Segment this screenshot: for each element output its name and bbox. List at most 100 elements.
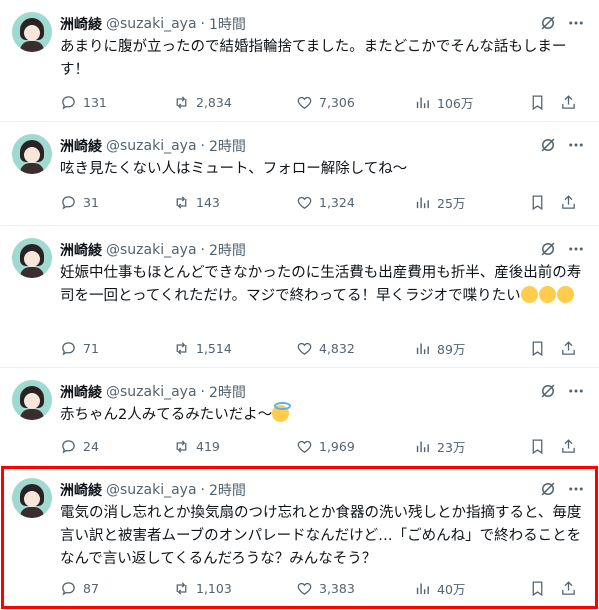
retweet-button[interactable]: 143: [173, 192, 220, 212]
tweet-header: 洲崎綾 @suzaki_aya · 2時間: [60, 480, 246, 500]
like-button[interactable]: 4,832: [296, 338, 355, 358]
share-button[interactable]: [560, 338, 577, 358]
share-button[interactable]: [560, 192, 577, 212]
more-icon[interactable]: [565, 134, 587, 156]
like-button[interactable]: 1,324: [296, 192, 355, 212]
bookmark-icon: [532, 580, 543, 596]
author-name[interactable]: 洲崎綾: [60, 240, 102, 260]
retweet-count: 1,514: [196, 340, 232, 356]
author-name[interactable]: 洲崎綾: [60, 14, 102, 34]
tweet[interactable]: 洲崎綾 @suzaki_aya · 2時間 電気の消し忘れとか換気扇のつけ忘れと…: [0, 466, 599, 610]
retweet-count: 143: [196, 194, 220, 210]
retweet-button[interactable]: 2,834: [173, 92, 232, 112]
tweet[interactable]: 洲崎綾 @suzaki_aya · 1時間 あまりに腹が立ったので結婚指輪捨てま…: [0, 0, 599, 122]
retweet-icon: [176, 439, 187, 453]
retweet-button[interactable]: 1,514: [173, 338, 232, 358]
timestamp[interactable]: 2時間: [209, 240, 246, 260]
author-name[interactable]: 洲崎綾: [60, 382, 102, 402]
tweet-text: 妊娠中仕事もほとんどできなかったのに生活費も出産費用も折半、産後出前の寿司を一回…: [60, 265, 582, 304]
rofl-emoji: [520, 286, 538, 303]
author-handle[interactable]: @suzaki_aya: [106, 384, 197, 400]
share-button[interactable]: [560, 92, 577, 112]
bookmark-button[interactable]: [529, 92, 546, 112]
like-button[interactable]: 1,969: [296, 436, 355, 456]
share-icon: [562, 580, 575, 595]
reply-button[interactable]: 24: [60, 436, 99, 456]
avatar[interactable]: [12, 12, 52, 52]
rofl-emoji: [556, 286, 574, 303]
avatar[interactable]: [12, 380, 52, 420]
retweet-count: 1,103: [196, 580, 232, 596]
bookmark-icon: [532, 194, 543, 210]
bookmark-button[interactable]: [529, 192, 546, 212]
tweet[interactable]: 洲崎綾 @suzaki_aya · 2時間 呟き見たくない人はミュート、フォロー…: [0, 122, 599, 226]
like-count: 3,383: [319, 580, 355, 596]
views-button[interactable]: 25万: [414, 192, 465, 212]
tweet-actions: 131 2,834 7,306 106万: [60, 92, 588, 112]
tweet-text: 電気の消し忘れとか換気扇のつけ忘れとか食器の洗い残しとか指摘すると、毎度言い訳と…: [60, 505, 582, 567]
tweet[interactable]: 洲崎綾 @suzaki_aya · 2時間 妊娠中仕事もほとんどできなかったのに…: [0, 226, 599, 368]
reply-button[interactable]: 31: [60, 192, 99, 212]
tweet-text: あまりに腹が立ったので結婚指輪捨てました。またどこかでそんな話もしまーす！: [60, 39, 567, 78]
retweet-count: 419: [196, 438, 220, 454]
author-handle[interactable]: @suzaki_aya: [106, 138, 197, 154]
timestamp[interactable]: 2時間: [209, 136, 246, 156]
author-handle[interactable]: @suzaki_aya: [106, 16, 197, 32]
retweet-button[interactable]: 419: [173, 436, 220, 456]
reply-button[interactable]: 87: [60, 578, 99, 598]
views-count: 89万: [437, 341, 466, 357]
grok-icon[interactable]: [539, 240, 557, 258]
rofl-emoji: [538, 286, 556, 303]
tweet-header: 洲崎綾 @suzaki_aya · 2時間: [60, 240, 246, 260]
retweet-icon: [176, 195, 187, 209]
heart-icon: [297, 342, 312, 355]
author-handle[interactable]: @suzaki_aya: [106, 242, 197, 258]
avatar[interactable]: [12, 134, 52, 174]
retweet-icon: [176, 581, 187, 595]
more-icon[interactable]: [565, 238, 587, 260]
like-count: 1,324: [319, 194, 355, 210]
tweet-actions: 24 419 1,969 23万: [60, 436, 588, 456]
grok-icon[interactable]: [539, 136, 557, 154]
retweet-button[interactable]: 1,103: [173, 578, 232, 598]
bookmark-button[interactable]: [529, 436, 546, 456]
retweet-count: 2,834: [196, 94, 232, 110]
halo-smile-emoji: [272, 402, 292, 422]
tweet[interactable]: 洲崎綾 @suzaki_aya · 2時間 赤ちゃん2人みてるみたいだよ〜 24…: [0, 368, 599, 466]
reply-button[interactable]: 71: [60, 338, 99, 358]
views-button[interactable]: 89万: [414, 338, 465, 358]
views-button[interactable]: 40万: [414, 578, 465, 598]
reply-icon: [62, 581, 75, 596]
like-button[interactable]: 7,306: [296, 92, 355, 112]
grok-icon[interactable]: [539, 382, 557, 400]
timestamp[interactable]: 1時間: [209, 14, 246, 34]
timestamp[interactable]: 2時間: [209, 382, 246, 402]
author-name[interactable]: 洲崎綾: [60, 480, 102, 500]
reply-button[interactable]: 131: [60, 92, 107, 112]
share-button[interactable]: [560, 436, 577, 456]
more-icon[interactable]: [565, 380, 587, 402]
reply-icon: [62, 341, 75, 356]
views-icon: [416, 441, 429, 452]
bookmark-button[interactable]: [529, 578, 546, 598]
tweet-header: 洲崎綾 @suzaki_aya · 2時間: [60, 136, 246, 156]
heart-icon: [297, 96, 312, 109]
author-name[interactable]: 洲崎綾: [60, 136, 102, 156]
avatar[interactable]: [12, 478, 52, 518]
avatar[interactable]: [12, 238, 52, 278]
share-button[interactable]: [560, 578, 577, 598]
views-count: 106万: [437, 95, 474, 111]
views-button[interactable]: 106万: [414, 92, 473, 112]
timestamp[interactable]: 2時間: [209, 480, 246, 500]
bookmark-icon: [532, 94, 543, 110]
like-button[interactable]: 3,383: [296, 578, 355, 598]
author-handle[interactable]: @suzaki_aya: [106, 482, 197, 498]
bookmark-button[interactable]: [529, 338, 546, 358]
grok-icon[interactable]: [539, 480, 557, 498]
reply-count: 131: [83, 94, 107, 110]
views-button[interactable]: 23万: [414, 436, 465, 456]
grok-icon[interactable]: [539, 14, 557, 32]
more-icon[interactable]: [565, 12, 587, 34]
share-icon: [562, 438, 575, 453]
more-icon[interactable]: [565, 478, 587, 500]
